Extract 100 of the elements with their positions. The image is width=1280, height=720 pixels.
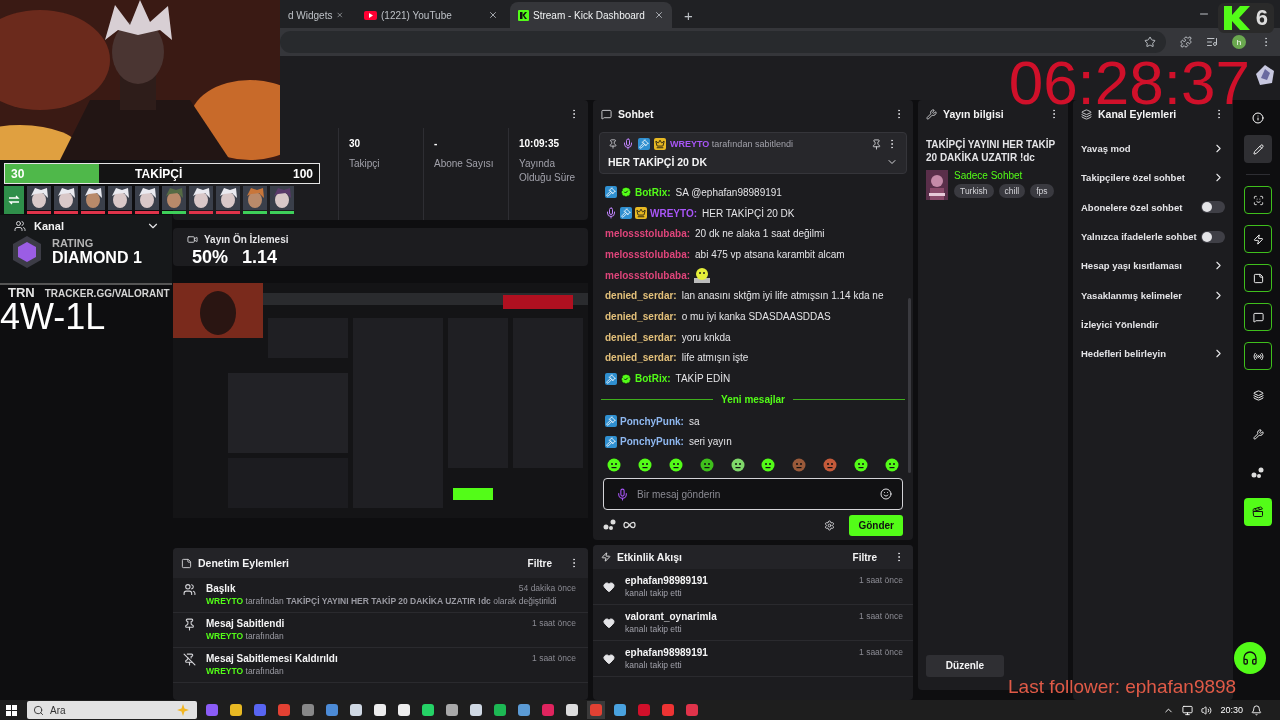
action-label[interactable]: Hedefleri belirleyin [1081,348,1166,360]
filter-button[interactable]: Filtre [852,551,877,563]
star-icon[interactable] [1144,36,1156,48]
monitor-icon[interactable] [1182,704,1194,716]
emote-icon[interactable] [607,458,621,472]
chat-username[interactable]: melossstolubaba: [605,248,691,260]
taskbar-clock[interactable]: 20:30 [1220,705,1243,715]
taskbar-app[interactable] [395,701,413,719]
action-label[interactable]: Yasaklanmış kelimeler [1081,289,1182,301]
tool-button[interactable] [1244,264,1272,292]
channel-menu[interactable]: Kanal [34,220,64,232]
message-input[interactable]: Bir mesaj gönderin [637,479,872,509]
emote-icon[interactable] [854,458,868,472]
browser-tab[interactable]: d Widgets [280,2,352,28]
timestamp: 1 saat önce [859,611,903,622]
action-label[interactable]: Hesap yaşı kısıtlaması [1081,260,1182,272]
info-icon[interactable] [1252,112,1264,124]
edit-tool-button[interactable] [1244,135,1272,163]
chat-username[interactable]: BotRix: [635,373,671,385]
chat-username[interactable]: denied_serdar: [605,331,677,343]
message-field[interactable]: Bir mesaj gönderin [603,478,903,510]
tag-chip[interactable]: Turkish [954,184,994,198]
notification-icon[interactable] [1251,704,1262,716]
stream-clock: 06:28:37 [1008,55,1250,111]
action-label[interactable]: Takipçilere özel sohbet [1081,172,1185,184]
chat-username[interactable]: denied_serdar: [605,352,677,364]
tool-button[interactable] [1244,186,1272,214]
dots-icon[interactable] [603,519,617,531]
emote-icon[interactable] [761,458,776,472]
pin-icon[interactable] [871,138,882,150]
browser-tab[interactable]: Stream - Kick Dashboard [510,2,672,28]
support-button[interactable] [1234,642,1266,674]
tag-chip[interactable]: fps [1030,184,1054,198]
tag-chip[interactable]: chill [998,184,1026,198]
timestamp: 54 dakika önce [518,583,576,594]
taskbar-app[interactable] [347,701,365,719]
tool-button[interactable] [1244,225,1272,253]
settings-icon[interactable] [824,519,836,531]
wrench-icon [1252,428,1264,440]
taskbar-app[interactable] [611,701,629,719]
app-icon [518,704,530,716]
emoji-icon[interactable] [880,488,892,500]
chat-message: o mu iyi kanka SDASDAASDDAS [681,310,831,322]
tool-button[interactable] [1244,342,1272,370]
emote-icon[interactable] [668,458,683,472]
chat-message: HER TAKİPÇİ 20 DK [702,207,795,219]
taskbar-app[interactable] [371,701,389,719]
new-tab-button[interactable]: + [676,2,701,28]
tool-button[interactable] [1244,303,1272,331]
chat-username[interactable]: WREYTO: [650,207,698,219]
tool-button[interactable] [1244,498,1272,526]
taskbar-app[interactable] [419,701,437,719]
emote-icon[interactable] [699,458,714,472]
close-icon[interactable] [488,10,498,20]
toggle-switch[interactable] [1201,201,1225,214]
search-field[interactable]: Ara [27,701,197,719]
tracker-site: TRACKER.GG/VALORANT [44,288,170,299]
chat-username[interactable]: PonchyPunk: [620,436,684,448]
scan-icon [1252,194,1264,206]
chat-username[interactable]: PonchyPunk: [620,415,684,427]
taskbar-app[interactable] [563,701,581,719]
infinity-icon[interactable] [623,521,636,529]
logo-icon [1223,6,1250,30]
taskbar-app[interactable] [491,701,509,719]
app-icon [566,704,578,716]
windows-icon[interactable] [6,704,17,716]
action-label[interactable]: Yavaş mod [1081,143,1131,155]
close-icon[interactable] [654,10,664,20]
send-button[interactable]: Gönder [849,514,903,536]
taskbar-app[interactable] [515,701,533,719]
chat-username[interactable]: BotRix: [635,186,671,198]
extension-icon[interactable] [1180,36,1192,48]
emote-icon[interactable] [730,458,745,472]
chat-username[interactable]: denied_serdar: [605,290,677,302]
action-label[interactable]: Yalnızca ifadelerle sohbet [1081,231,1197,243]
toggle-switch[interactable] [1201,230,1225,243]
media-icon[interactable] [1206,36,1218,48]
chat-username[interactable]: melossstolubaba: [605,269,691,281]
filter-button[interactable]: Filtre [527,557,552,569]
edit-button[interactable]: Düzenle [926,655,1004,677]
chat-username[interactable]: melossstolubaba: [605,228,691,240]
headset-icon [1242,650,1258,666]
volume-icon[interactable] [1201,704,1213,716]
microphone-icon[interactable] [616,487,629,501]
action-label[interactable]: Abonelere özel sohbet [1081,201,1183,213]
emote-icon [693,266,712,285]
action-label[interactable]: İzleyici Yönlendir [1081,318,1159,330]
action-detail: WREYTO tarafından [206,666,285,676]
scrollbar[interactable] [908,298,911,473]
emote-icon[interactable] [637,458,652,472]
category-link[interactable]: Sadece Sohbet [954,170,1054,181]
dots-icon[interactable] [1251,467,1265,479]
browser-tab[interactable]: (1221) YouTube [356,2,506,28]
emote-icon[interactable] [884,458,899,472]
close-icon[interactable] [336,10,344,20]
taskbar-app[interactable] [443,701,461,719]
taskbar-app[interactable] [467,701,485,719]
chat-username[interactable]: denied_serdar: [605,310,677,322]
action-title: Mesaj Sabitlemesi Kaldırıldı [206,653,338,664]
taskbar-app[interactable] [227,701,245,719]
